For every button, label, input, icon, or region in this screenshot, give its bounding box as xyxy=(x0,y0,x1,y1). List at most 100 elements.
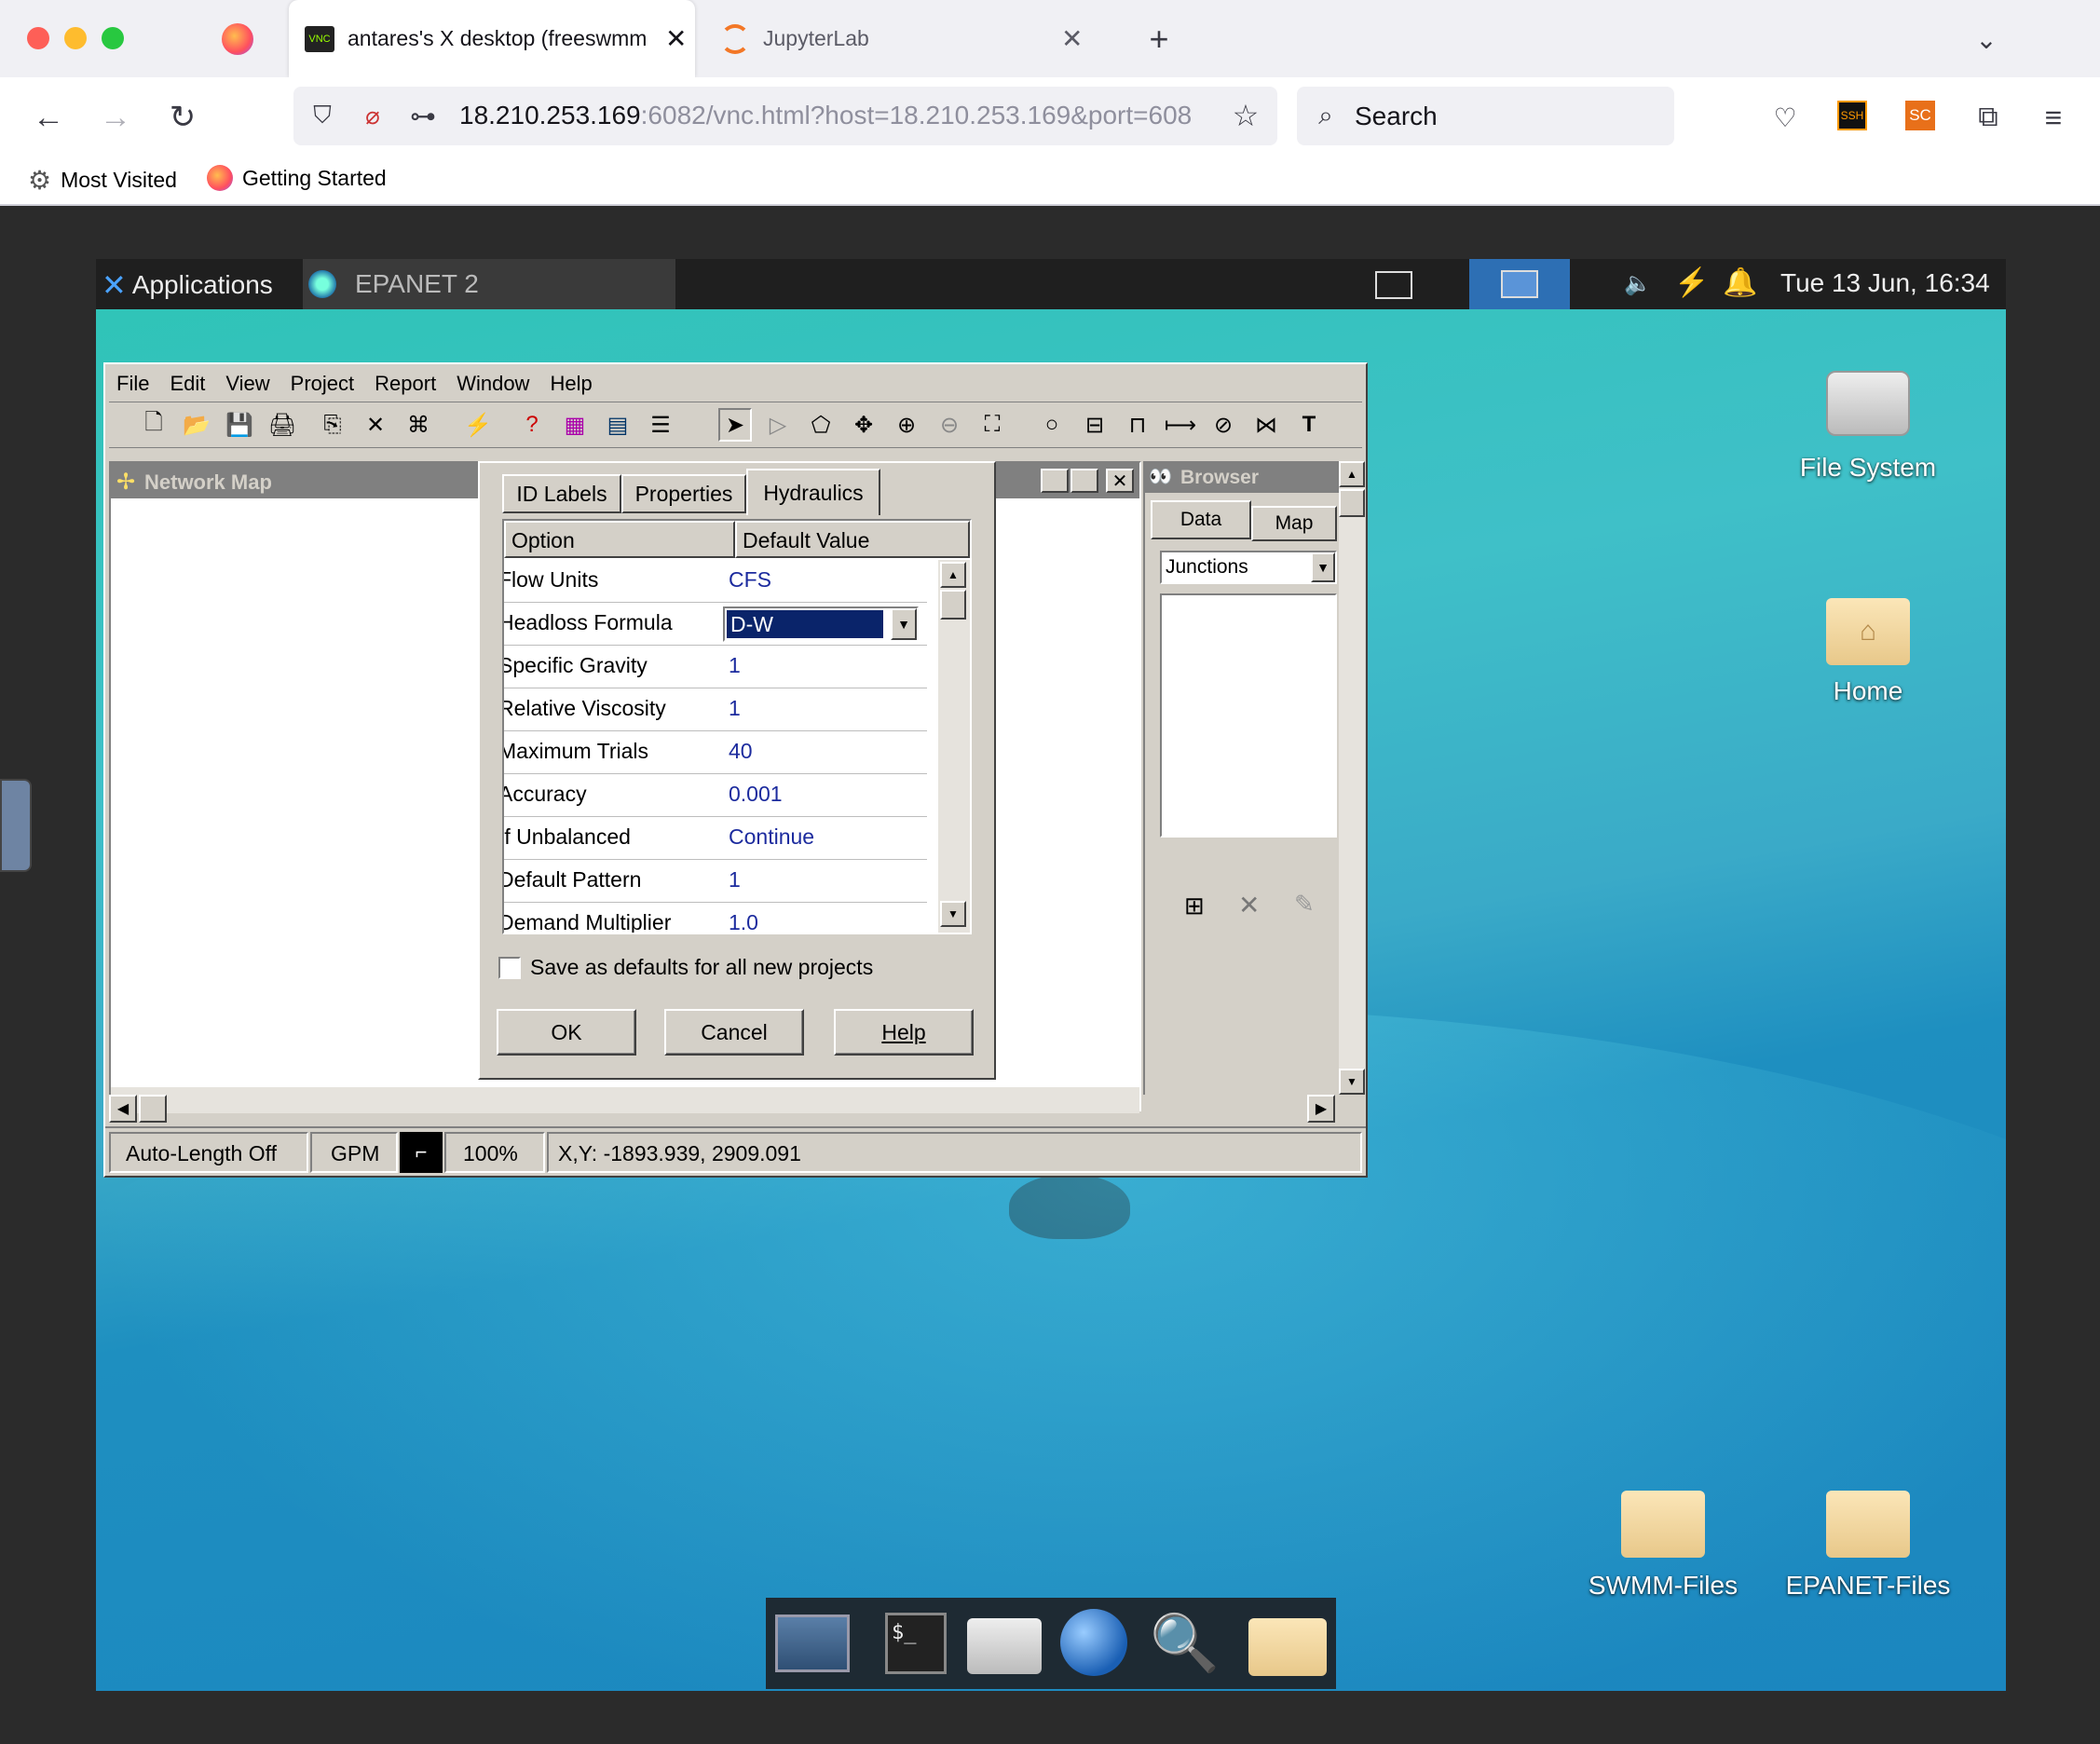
select-region-icon[interactable]: ⬠ xyxy=(804,408,838,442)
notification-bell-icon[interactable]: 🔔 xyxy=(1723,266,1757,299)
delete-object-icon[interactable]: ✕ xyxy=(1238,890,1260,920)
search-bar[interactable]: ⌕ Search xyxy=(1297,87,1674,145)
close-tab-icon[interactable]: ✕ xyxy=(1061,23,1083,54)
app-finder-icon[interactable]: 🔍 xyxy=(1150,1611,1220,1680)
taskbar-epanet[interactable]: EPANET 2 xyxy=(303,259,675,309)
shield-icon[interactable]: ⛉ xyxy=(307,100,338,131)
table-row[interactable]: Accuracy 0.001 xyxy=(504,774,927,817)
option-value[interactable]: Continue xyxy=(729,824,814,850)
scroll-down-button[interactable]: ▼ xyxy=(1339,1069,1365,1095)
save-defaults-checkbox[interactable] xyxy=(498,957,521,979)
add-label-icon[interactable]: T xyxy=(1292,408,1326,442)
browser-object-select[interactable]: Junctions ▼ xyxy=(1160,551,1337,584)
zoom-out-icon[interactable]: ⊖ xyxy=(933,408,966,442)
table-row[interactable]: Demand Multiplier 1.0 xyxy=(504,903,927,933)
vnc-control-handle[interactable] xyxy=(0,779,32,872)
option-value[interactable]: 40 xyxy=(729,739,753,764)
close-button[interactable]: ✕ xyxy=(1106,469,1134,493)
add-reservoir-icon[interactable]: ⊟ xyxy=(1078,408,1111,442)
table-row[interactable]: Maximum Trials 40 xyxy=(504,731,927,774)
scroll-left-button[interactable]: ◀ xyxy=(109,1095,137,1123)
forward-button[interactable]: → xyxy=(95,97,136,138)
open-folder-icon[interactable]: 📂 xyxy=(180,408,213,442)
tab-hydraulics[interactable]: Hydraulics xyxy=(746,469,880,515)
add-tank-icon[interactable]: ⊓ xyxy=(1121,408,1154,442)
ok-button[interactable]: OK xyxy=(497,1009,636,1056)
print-icon[interactable]: 🖨 xyxy=(266,408,299,442)
delete-icon[interactable]: ✕ xyxy=(359,408,392,442)
tab-properties[interactable]: Properties xyxy=(621,474,746,513)
menu-edit[interactable]: Edit xyxy=(170,372,205,396)
scroll-thumb-horizontal[interactable] xyxy=(139,1095,167,1123)
save-defaults-label[interactable]: Save as defaults for all new projects xyxy=(530,955,873,980)
scroll-up-button[interactable]: ▲ xyxy=(940,562,966,588)
add-junction-icon[interactable]: ○ xyxy=(1035,408,1069,442)
menu-view[interactable]: View xyxy=(225,372,269,396)
headloss-formula-select[interactable]: D-W ▼ xyxy=(723,606,919,642)
option-value[interactable]: 0.001 xyxy=(729,782,783,807)
tab-jupyterlab[interactable]: JupyterLab ✕ xyxy=(720,0,1111,77)
horizontal-scrollbar[interactable] xyxy=(111,1087,1139,1113)
minimize-window-button[interactable] xyxy=(64,27,87,49)
desktop-icon-home[interactable]: ⌂ Home xyxy=(1770,593,1966,723)
add-pipe-icon[interactable]: ⟼ xyxy=(1164,408,1197,442)
scroll-right-button[interactable]: ▶ xyxy=(1307,1095,1335,1123)
new-file-icon[interactable]: 🗋 xyxy=(137,408,170,442)
table-row-selected[interactable]: Headloss Formula D-W ▼ xyxy=(504,603,927,646)
run-lightning-icon[interactable]: ⚡ xyxy=(461,408,495,442)
close-window-button[interactable] xyxy=(27,27,49,49)
volume-muted-icon[interactable]: 🔈 xyxy=(1624,270,1652,297)
table-row[interactable]: If Unbalanced Continue xyxy=(504,817,927,860)
select-pointer-icon[interactable]: ➤ xyxy=(718,408,752,442)
firefox-icon[interactable] xyxy=(222,23,253,55)
copy-icon[interactable]: ⎘ xyxy=(316,408,349,442)
menu-file[interactable]: File xyxy=(116,372,149,396)
menu-icon[interactable]: ≡ xyxy=(2035,99,2072,136)
desktop-icon-epanet-files[interactable]: EPANET-Files xyxy=(1770,1489,1966,1619)
browser-tab-map[interactable]: Map xyxy=(1251,506,1337,541)
new-tab-button[interactable]: + xyxy=(1139,19,1180,60)
browser-tab-data[interactable]: Data xyxy=(1151,500,1251,539)
scroll-thumb-vertical[interactable] xyxy=(1339,489,1365,517)
select-vertex-icon[interactable]: ▷ xyxy=(761,408,795,442)
table-row[interactable]: Default Pattern 1 xyxy=(504,860,927,903)
grid-scrollbar[interactable]: ▲ ▼ xyxy=(938,560,970,933)
url-bar[interactable]: ⛉ ⌀ ⊶ 18.210.253.169:6082/vnc.html?host=… xyxy=(293,87,1277,145)
add-object-icon[interactable]: ⊞ xyxy=(1184,892,1205,920)
key-icon[interactable]: ⊶ xyxy=(407,100,439,131)
pocket-icon[interactable]: ♡ xyxy=(1766,99,1804,136)
tab-vnc[interactable]: VNC antares's X desktop (freeswmm ✕ xyxy=(289,0,695,77)
url-text[interactable]: 18.210.253.169:6082/vnc.html?host=18.210… xyxy=(459,101,1214,130)
table-row[interactable]: Flow Units CFS xyxy=(504,560,927,603)
workspace-2[interactable] xyxy=(1469,259,1570,309)
pan-icon[interactable]: ✥ xyxy=(847,408,880,442)
option-value[interactable]: 1.0 xyxy=(729,910,758,933)
option-value[interactable]: 1 xyxy=(729,696,741,721)
query-icon[interactable]: ? xyxy=(515,408,549,442)
options-icon[interactable]: ☰ xyxy=(644,408,677,442)
permissions-icon[interactable]: ⌀ xyxy=(357,100,389,131)
option-value[interactable]: 1 xyxy=(729,867,741,892)
help-button[interactable]: Help xyxy=(834,1009,974,1056)
minimize-button[interactable] xyxy=(1041,469,1069,493)
save-icon[interactable]: 💾 xyxy=(223,408,256,442)
browser-object-list[interactable] xyxy=(1160,593,1337,838)
option-value[interactable]: 1 xyxy=(729,653,741,678)
table-icon[interactable]: ▤ xyxy=(601,408,634,442)
web-browser-icon[interactable] xyxy=(1060,1609,1127,1676)
cancel-button[interactable]: Cancel xyxy=(664,1009,804,1056)
table-row[interactable]: Specific Gravity 1 xyxy=(504,646,927,688)
desktop-icon-swmm-files[interactable]: SWMM-Files xyxy=(1565,1489,1761,1619)
maximize-button[interactable] xyxy=(1070,469,1098,493)
add-pump-icon[interactable]: ⊘ xyxy=(1207,408,1240,442)
table-row[interactable]: Relative Viscosity 1 xyxy=(504,688,927,731)
reload-button[interactable]: ↻ xyxy=(162,97,203,138)
clock[interactable]: Tue 13 Jun, 16:34 xyxy=(1780,268,1990,298)
bookmark-getting-started[interactable]: Getting Started xyxy=(207,165,387,191)
workspace-1[interactable] xyxy=(1343,264,1445,307)
chevron-down-icon[interactable]: ▼ xyxy=(891,608,917,640)
power-icon[interactable]: ⚡ xyxy=(1674,266,1709,299)
menu-project[interactable]: Project xyxy=(291,372,354,396)
sc-extension-icon[interactable]: SC xyxy=(1905,101,1935,130)
folder-icon[interactable] xyxy=(1248,1618,1327,1676)
